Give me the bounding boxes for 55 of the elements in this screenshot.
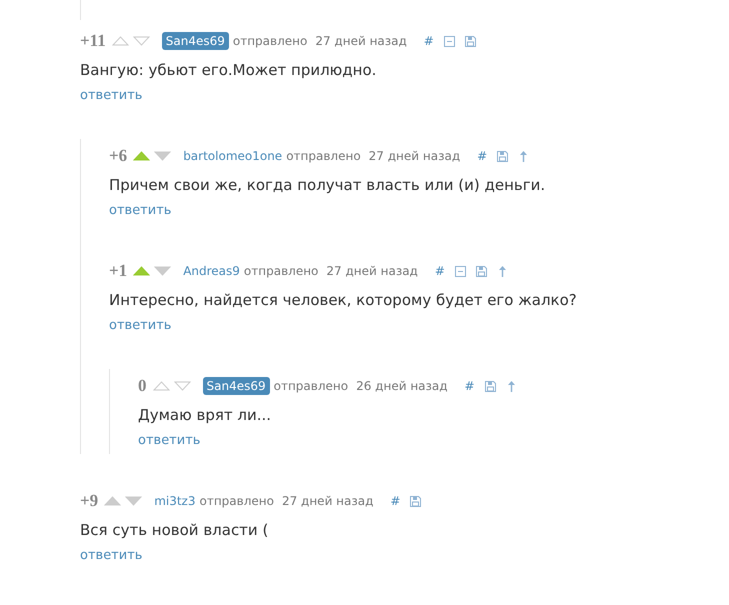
comment-time: 27 дней назад <box>368 149 460 163</box>
comment-rating: +1 <box>109 261 128 281</box>
permalink[interactable]: # <box>477 149 488 163</box>
sent-label: отправлено <box>274 379 348 393</box>
comment-time: 27 дней назад <box>326 264 418 278</box>
permalink[interactable]: # <box>424 34 434 48</box>
sent-label: отправлено <box>199 494 274 508</box>
reply-link[interactable]: ответить <box>80 543 142 569</box>
save-icon[interactable] <box>410 496 422 506</box>
sent-label: отправлено <box>286 149 361 163</box>
upvote-icon[interactable] <box>133 266 150 276</box>
sent-label: отправлено <box>232 34 308 48</box>
username-link[interactable]: San4es69 <box>202 377 270 395</box>
save-icon[interactable] <box>497 150 508 162</box>
comment-text: Вангую: убьют его.Может прилюдно. <box>80 60 378 81</box>
comment-rating: +9 <box>80 491 98 511</box>
permalink[interactable]: # <box>434 264 445 278</box>
save-icon[interactable] <box>464 36 476 46</box>
comment-time: 27 дней назад <box>315 34 407 48</box>
downvote-icon[interactable] <box>132 36 150 46</box>
upvote-icon[interactable] <box>112 36 129 46</box>
permalink[interactable]: # <box>464 379 475 393</box>
username-link[interactable]: San4es69 <box>162 32 229 50</box>
username-link[interactable]: Andreas9 <box>183 264 240 278</box>
collapse-icon[interactable] <box>454 266 466 276</box>
arrow-up-icon[interactable] <box>518 150 530 162</box>
username-link[interactable]: mi3tz3 <box>154 494 196 508</box>
comment-text: Причем свои же, когда получат власть или (и) деньги. <box>109 175 546 196</box>
sent-label: отправлено <box>244 264 318 278</box>
permalink[interactable]: # <box>390 494 400 508</box>
comment-time: 26 дней назад <box>356 379 448 393</box>
downvote-icon[interactable] <box>154 151 172 161</box>
reply-link[interactable]: ответить <box>109 198 172 224</box>
username-link[interactable]: bartolomeo1one <box>183 149 282 163</box>
upvote-icon[interactable] <box>104 496 122 506</box>
arrow-up-icon[interactable] <box>506 380 517 392</box>
downvote-icon[interactable] <box>125 496 142 506</box>
comment-rating: 0 <box>138 376 146 396</box>
comment-time: 27 дней назад <box>282 494 374 508</box>
save-icon[interactable] <box>476 266 487 276</box>
comment-rating: +6 <box>109 146 128 166</box>
save-icon[interactable] <box>484 380 496 392</box>
collapse-icon[interactable] <box>444 36 455 46</box>
upvote-icon[interactable] <box>152 381 170 391</box>
comment-text: Вся суть новой власти ( <box>80 520 270 541</box>
reply-link[interactable]: ответить <box>138 428 200 454</box>
downvote-icon[interactable] <box>154 266 172 276</box>
comment-text: Думаю врят ли... <box>138 405 272 426</box>
comment-text: Интересно, найдется человек, которому будет его жалко? <box>109 290 578 311</box>
reply-link[interactable]: ответить <box>80 83 142 109</box>
arrow-up-icon[interactable] <box>496 266 508 276</box>
reply-link[interactable]: ответить <box>109 313 172 339</box>
downvote-icon[interactable] <box>174 381 190 391</box>
upvote-icon[interactable] <box>133 151 150 161</box>
comment-rating: +11 <box>80 31 106 51</box>
